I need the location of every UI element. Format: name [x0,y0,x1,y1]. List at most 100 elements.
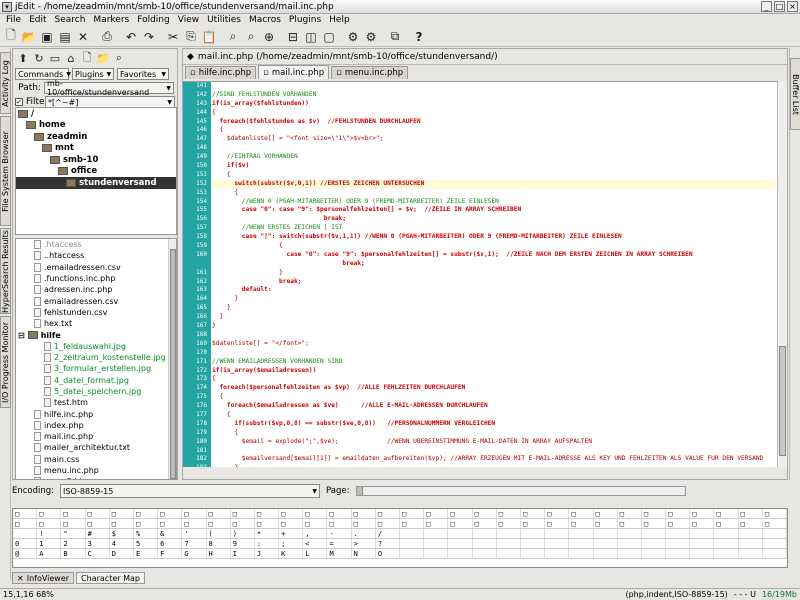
charmap-cell[interactable] [448,539,473,548]
tree-item[interactable]: office [16,166,176,178]
code-line[interactable]: case "0": case "9": $personalfehlzeiten[… [211,251,779,260]
charmap-cell[interactable]: □ [642,509,667,518]
charmap-cell[interactable]: ) [231,529,255,538]
file-item[interactable]: .emailadressen.csv [16,262,176,273]
charmap-cell[interactable]: □ [714,519,739,528]
filter-checkbox[interactable]: ✓ [15,98,23,106]
charmap-cell[interactable]: % [134,529,159,538]
charmap-cell[interactable]: □ [497,509,521,518]
code-line[interactable]: //SIND FEHLSTUNDEN VORHANDEN [211,91,779,100]
code-line[interactable]: //WENN 0 (PGAH-MITARBEITER) ODER 9 (FREM… [211,198,779,207]
code-line[interactable]: $datenliste[] = "<font size=\"1\">$v<br>… [211,135,779,144]
charmap-cell[interactable] [666,529,691,538]
charmap-cell[interactable]: □ [134,509,159,518]
charmap-cell[interactable]: □ [134,519,159,528]
charmap-cell[interactable] [690,549,715,558]
charmap-cell[interactable]: □ [110,509,134,518]
tab-file-system-browser[interactable]: File System Browser [0,116,11,226]
charmap-cell[interactable]: □ [618,519,642,528]
code-editor[interactable]: 141 142 143 144 145 146 147 148 149 150 151 152 153 1… [183,81,779,467]
tab-activity-log[interactable]: Activity Log [0,52,11,114]
code-line[interactable]: $emailversand[$email[1]] = emaildaten_au… [211,455,779,464]
charmap-cell[interactable]: H [207,549,231,558]
file-item[interactable]: 1_feldauswahl.jpg [16,341,176,352]
charmap-cell[interactable]: D [110,549,134,558]
home-directory-icon[interactable]: ⌂ [63,50,79,66]
menu-view[interactable]: View [174,14,203,27]
charmap-cell[interactable]: □ [13,519,38,528]
charmap-cell[interactable]: □ [231,509,255,518]
charmap-cell[interactable]: " [61,529,86,538]
charmap-cell[interactable]: □ [763,509,787,518]
tree-item[interactable]: smb-10 [16,154,176,166]
tab-buffer-list[interactable]: Buffer List [790,58,800,130]
file-item[interactable]: main.css [16,454,176,465]
file-list-scrollbar[interactable] [168,239,176,479]
tab-hilfe-inc-php[interactable]: ▫ hilfe.inc.php [185,66,257,79]
search-directory-icon[interactable]: ⌕ [111,50,127,66]
charmap-cell[interactable]: □ [61,519,86,528]
charmap-cell[interactable] [448,529,473,538]
reload-icon[interactable]: ↻ [31,50,47,66]
menu-help[interactable]: Help [325,14,354,27]
code-line[interactable]: } [211,295,779,304]
charmap-cell[interactable]: 3 [86,539,110,548]
code-line[interactable]: { [211,109,779,118]
charmap-cell[interactable]: □ [448,519,473,528]
file-item[interactable]: fehlstunden.csv [16,307,176,318]
charmap-cell[interactable] [448,549,473,558]
file-item[interactable]: 3_formular_erstellen.jpg [16,363,176,374]
close-icon[interactable]: × [787,1,798,12]
charmap-cell[interactable]: □ [424,519,449,528]
charmap-cell[interactable] [569,539,594,548]
charmap-cell[interactable] [763,539,787,548]
find-icon[interactable]: ⌕ [224,28,242,46]
charmap-cell[interactable]: □ [690,509,715,518]
save-icon[interactable]: ▣ [38,28,56,46]
charmap-cell[interactable] [714,539,739,548]
charmap-cell[interactable]: □ [13,509,38,518]
maximize-icon[interactable]: □ [774,1,785,12]
page-slider[interactable] [355,486,686,496]
charmap-cell[interactable] [618,529,642,538]
charmap-cell[interactable]: O [376,549,400,558]
charmap-cell[interactable]: □ [376,509,400,518]
charmap-cell[interactable]: □ [182,519,207,528]
code-line[interactable]: switch(substr($v,0,1)) //ERSTES ZEICHEN … [211,179,779,189]
charmap-cell[interactable] [473,539,497,548]
charmap-cell[interactable]: □ [255,519,280,528]
charmap-cell[interactable]: < [303,539,328,548]
hypersearch-icon[interactable]: ⊕ [260,28,278,46]
charmap-cell[interactable] [618,549,642,558]
redo-icon[interactable]: ↷ [140,28,158,46]
file-item[interactable]: hilfe.inc.php [16,408,176,419]
buffer-switcher-icon[interactable]: ◆ [187,52,194,62]
code-line[interactable]: foreach($fehlstunden as $v) //FEHLSTUNDE… [211,118,779,127]
tree-item[interactable]: home [16,120,176,132]
tree-item-selected[interactable]: stundenversand [16,177,176,189]
charmap-cell[interactable]: E [134,549,159,558]
charmap-cell[interactable]: : [255,539,280,548]
character-grid[interactable]: □ □ □ □ □ □ □ □ □ □ □ □ □ □ □ □ □ □ □ □ □ □ □ □ □ □ □ □ □ □ □ □ □ □ □ □ □ □ □ □… [12,508,788,568]
charmap-cell[interactable]: □ [110,519,134,528]
code-line[interactable]: default: [211,286,779,295]
code-line[interactable] [211,331,779,340]
charmap-cell[interactable]: □ [207,519,231,528]
charmap-cell[interactable]: # [86,529,110,538]
charmap-cell[interactable]: □ [303,519,328,528]
memory-status[interactable]: 16/19Mb [762,590,797,599]
charmap-cell[interactable]: □ [666,509,691,518]
editor-scrollbar[interactable] [777,81,787,467]
code-line[interactable]: } [211,322,779,331]
charmap-cell[interactable]: 2 [61,539,86,548]
menu-plugins[interactable]: Plugins [285,14,325,27]
path-field[interactable]: mb-10/office/stundenversand ▼ [44,79,174,97]
charmap-cell[interactable] [739,539,763,548]
code-line[interactable]: break; [211,260,779,269]
tab-io-progress-monitor[interactable]: I/O Progress Monitor [0,316,11,408]
file-item[interactable]: index.php [16,420,176,431]
charmap-cell[interactable]: 9 [231,539,255,548]
code-line[interactable]: { [211,411,779,420]
charmap-cell[interactable] [13,529,38,538]
charmap-cell[interactable]: □ [473,519,497,528]
